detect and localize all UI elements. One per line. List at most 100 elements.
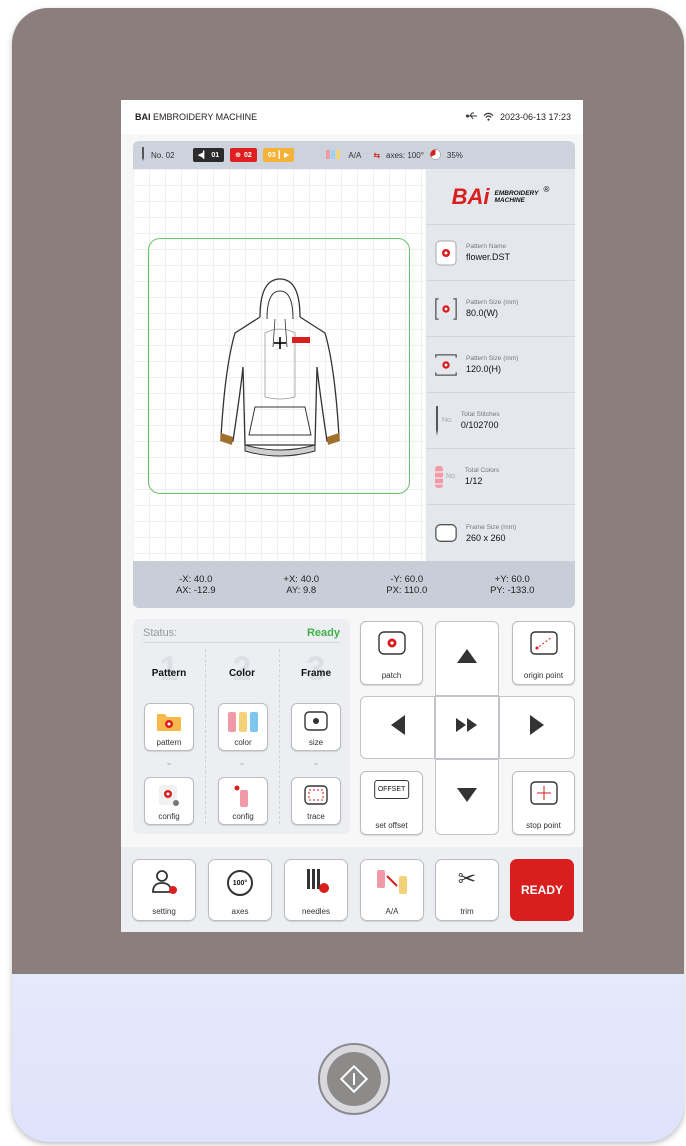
info-pattern-width: Pattern Size (mm) 80.0(W) bbox=[426, 281, 575, 337]
design-canvas[interactable] bbox=[133, 169, 425, 561]
coordinates-bar: -X: 40.0 AX: -12.9 +X: 40.0 AY: 9.8 -Y: 60… bbox=[133, 561, 575, 608]
origin-point-button[interactable]: origin point bbox=[512, 621, 575, 685]
needle-chip-3[interactable]: 03 ▎▶ bbox=[262, 148, 295, 162]
screen: BAI EMBROIDERY MACHINE 2023-06-13 17:23 … bbox=[121, 100, 583, 932]
coord-plus-y: +Y: 60.0 bbox=[494, 573, 530, 585]
needle-icon: No. bbox=[434, 405, 453, 436]
axes-icon: ⇆ bbox=[373, 150, 381, 160]
arrow-left-icon bbox=[390, 715, 405, 740]
pattern-config-icon bbox=[157, 784, 181, 810]
hoodie-image bbox=[215, 277, 345, 463]
machine-status-bar: No. 02 ◀▎ 01 ⊕ 02 03 ▎▶ A/A ⇆ axes: 100° 35… bbox=[133, 141, 575, 169]
info-total-colors: No. Total Colors 1/12 bbox=[426, 449, 575, 505]
fast-forward-button[interactable] bbox=[435, 696, 499, 759]
coord-ax: AX: -12.9 bbox=[175, 584, 216, 596]
datetime: 2023-06-13 17:23 bbox=[499, 112, 571, 122]
trace-button[interactable]: trace bbox=[291, 777, 341, 825]
info-pattern-height: Pattern Size (mm) 120.0(H) bbox=[426, 337, 575, 393]
needle-number: No. 02 bbox=[151, 150, 175, 160]
progress-percent: 35% bbox=[446, 150, 463, 160]
step-title: Color bbox=[228, 668, 256, 679]
user-settings-icon bbox=[149, 868, 179, 898]
color-sequence-icon bbox=[375, 868, 409, 898]
top-bar: BAI EMBROIDERY MACHINE 2023-06-13 17:23 bbox=[121, 100, 583, 134]
arrow-right-icon bbox=[530, 715, 544, 740]
needle-chip-1[interactable]: ◀▎ 01 bbox=[192, 148, 225, 162]
needle-chip-2[interactable]: ⊕ 02 bbox=[230, 148, 257, 162]
pattern-config-button[interactable]: config bbox=[144, 777, 194, 825]
set-offset-button[interactable]: OFFSET set offset bbox=[360, 771, 423, 835]
color-config-button[interactable]: config bbox=[218, 777, 268, 825]
target-icon: ⊕ bbox=[235, 152, 242, 159]
brand-logo: BAi EMBROIDERY MACHINE ® bbox=[426, 169, 575, 225]
info-frame-size: Frame Size (mm) 260 x 260 bbox=[426, 505, 575, 561]
width-icon bbox=[434, 294, 458, 324]
patch-icon bbox=[377, 630, 407, 658]
step-title: Pattern bbox=[151, 668, 187, 679]
height-icon bbox=[434, 350, 458, 380]
coord-minus-y: -Y: 60.0 bbox=[390, 573, 424, 585]
aa-status: A/A bbox=[348, 150, 362, 160]
ready-button[interactable]: READY bbox=[510, 859, 574, 921]
axes-button[interactable]: 100° axes bbox=[208, 859, 272, 921]
pattern-info-panel: BAi EMBROIDERY MACHINE ® Pattern Name flo… bbox=[426, 169, 575, 561]
power-icon bbox=[327, 1052, 381, 1106]
move-left-button[interactable] bbox=[360, 696, 435, 759]
workflow-steps-panel: Status: Ready 1 Pattern pattern ⌄ config… bbox=[133, 619, 350, 834]
bottom-toolbar: setting 100° axes needles A/A ✂ trim REA… bbox=[121, 847, 583, 932]
step-pattern: 1 Pattern pattern ⌄ config bbox=[133, 647, 205, 829]
power-button[interactable] bbox=[318, 1043, 390, 1115]
progress-pie-icon bbox=[430, 148, 441, 162]
app-title: BAI EMBROIDERY MACHINE bbox=[135, 112, 258, 122]
usb-icon bbox=[465, 112, 477, 122]
fast-forward-icon bbox=[456, 718, 478, 737]
coord-plus-x: +X: 40.0 bbox=[283, 573, 320, 585]
chevron-down-icon: ⌄ bbox=[312, 757, 320, 767]
status-label: Status: bbox=[143, 627, 178, 639]
step-frame: 3 Frame size ⌄ trace bbox=[280, 647, 352, 829]
frame-touch-icon bbox=[303, 710, 329, 734]
color-order-icon bbox=[326, 148, 342, 162]
move-down-button[interactable] bbox=[435, 759, 499, 835]
spool-icon: No. bbox=[434, 462, 457, 492]
color-button[interactable]: color bbox=[218, 703, 268, 751]
scissors-icon: ✂ bbox=[457, 866, 477, 891]
step-title: Frame bbox=[300, 668, 331, 679]
coord-px: PX: 110.0 bbox=[386, 584, 428, 596]
status-value: Ready bbox=[306, 627, 340, 639]
spools-icon bbox=[227, 710, 259, 736]
status-line: Status: Ready bbox=[143, 627, 340, 643]
stop-point-icon bbox=[529, 780, 559, 808]
frame-icon bbox=[434, 518, 458, 548]
axes-status: axes: 100° bbox=[386, 150, 424, 160]
stop-point-button[interactable]: stop point bbox=[512, 771, 575, 835]
trace-icon bbox=[303, 784, 329, 808]
needles-button[interactable]: needles bbox=[284, 859, 348, 921]
pattern-icon bbox=[434, 238, 458, 268]
info-pattern-name: Pattern Name flower.DST bbox=[426, 225, 575, 281]
arrow-up-icon bbox=[457, 649, 477, 668]
next-icon: ▎▶ bbox=[278, 152, 290, 159]
patch-button[interactable]: patch bbox=[360, 621, 423, 685]
coord-ay: AY: 9.8 bbox=[286, 584, 317, 596]
size-button[interactable]: size bbox=[291, 703, 341, 751]
arrow-down-icon bbox=[457, 787, 477, 807]
move-up-button[interactable] bbox=[435, 621, 499, 696]
wifi-icon bbox=[483, 112, 494, 123]
setting-button[interactable]: setting bbox=[132, 859, 196, 921]
offset-icon: OFFSET bbox=[373, 780, 410, 799]
pattern-button[interactable]: pattern bbox=[144, 703, 194, 751]
folder-icon bbox=[156, 710, 182, 734]
step-color: 2 Color color ⌄ config bbox=[206, 647, 278, 829]
rotate-axes-icon: 100° bbox=[227, 870, 253, 896]
aa-button[interactable]: A/A bbox=[360, 859, 424, 921]
chevron-down-icon: ⌄ bbox=[165, 757, 173, 767]
needles-icon bbox=[301, 868, 331, 898]
prev-icon: ◀▎ bbox=[197, 152, 209, 159]
coord-py: PY: -133.0 bbox=[490, 584, 535, 596]
move-right-button[interactable] bbox=[499, 696, 575, 759]
trim-button[interactable]: ✂ trim bbox=[435, 859, 499, 921]
info-total-stitches: No. Total Stitches 0/102700 bbox=[426, 393, 575, 449]
origin-point-icon bbox=[529, 630, 559, 658]
needle-icon bbox=[141, 147, 145, 163]
